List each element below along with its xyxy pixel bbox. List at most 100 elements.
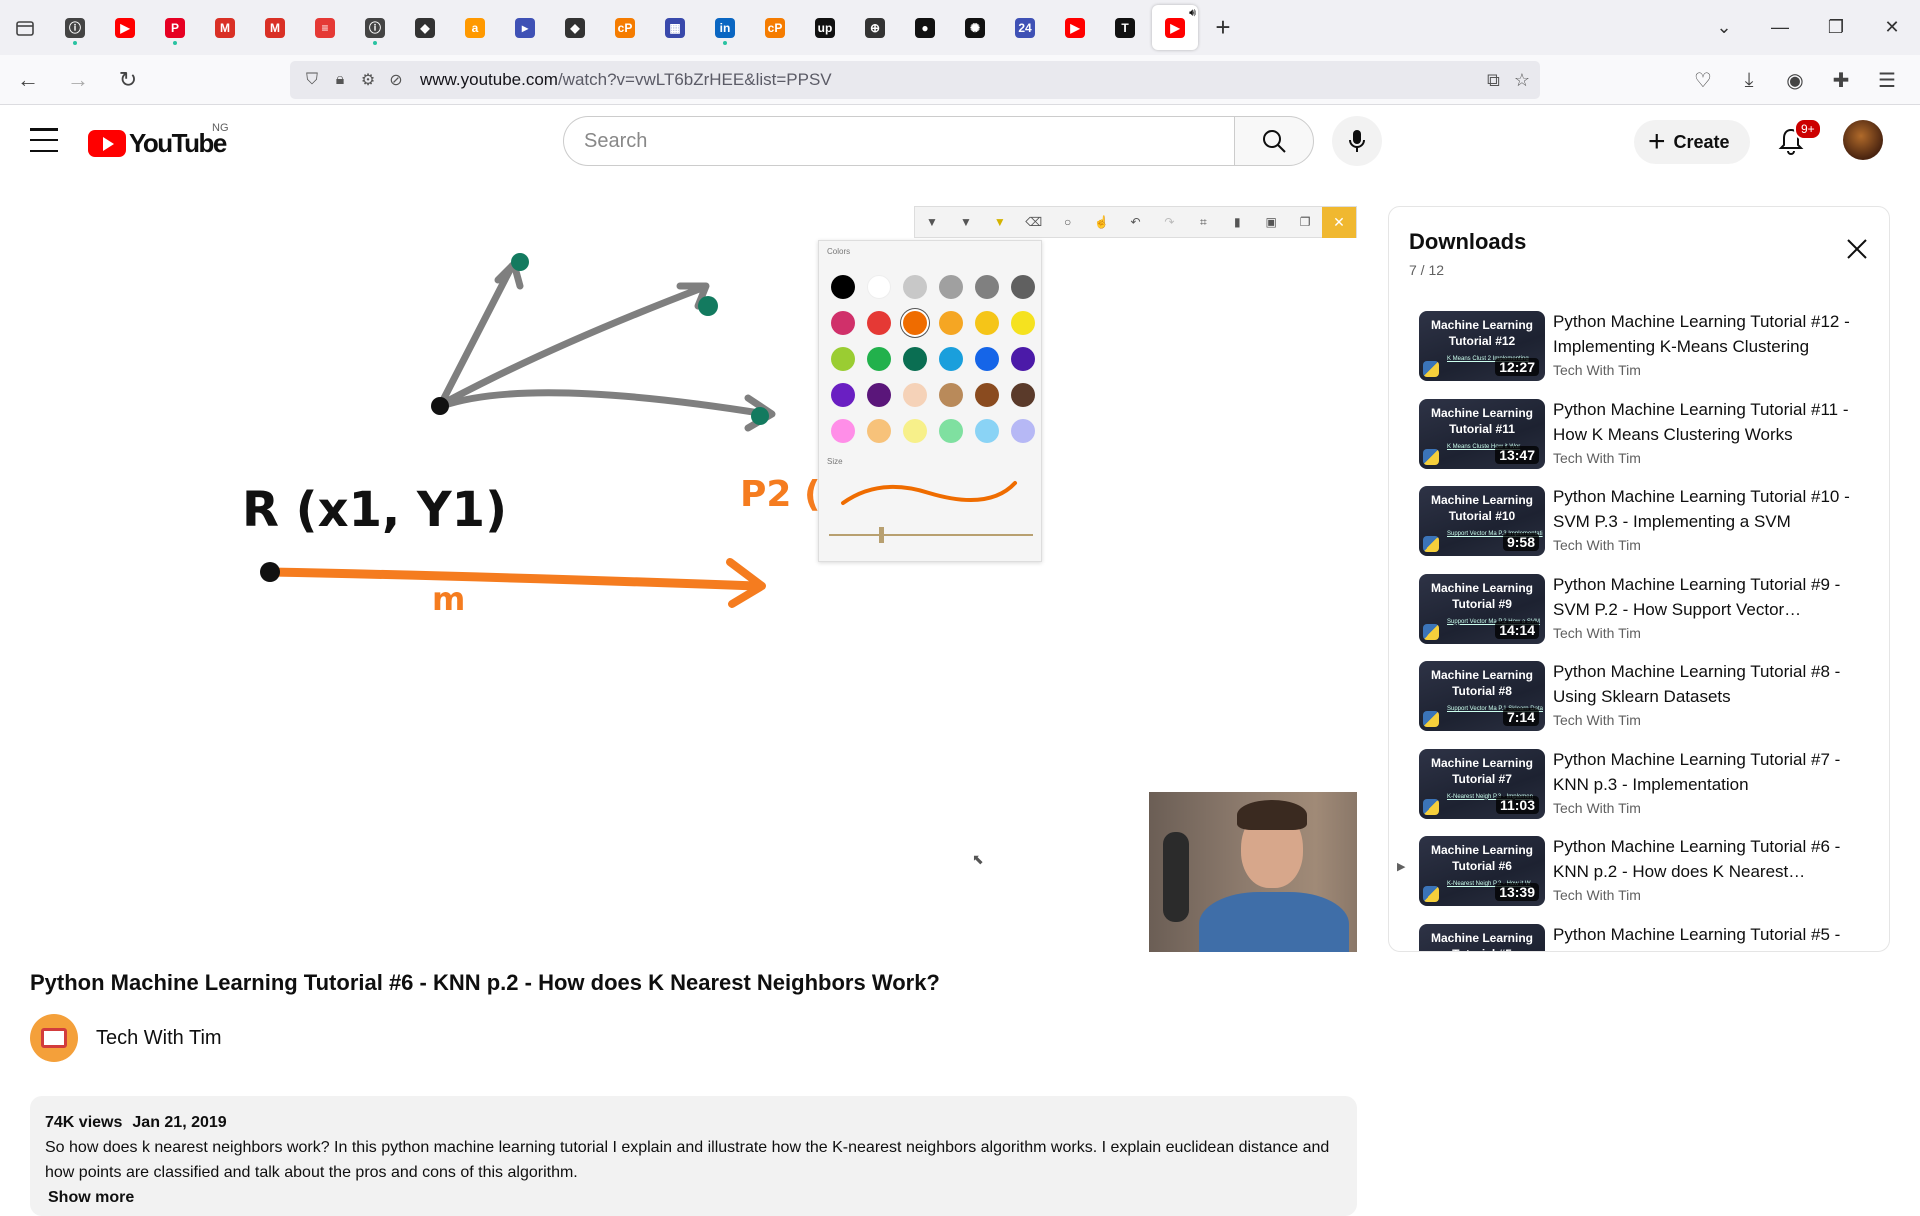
color-swatch[interactable] [867,347,891,371]
browser-tab[interactable]: ◆ [400,5,450,50]
color-swatch[interactable] [831,419,855,443]
playlist-item-channel[interactable]: Tech With Tim [1553,712,1873,728]
playlist-item-title[interactable]: Python Machine Learning Tutorial #8 - Us… [1553,659,1873,709]
downloads-icon[interactable]: ⤓ [1726,55,1772,105]
browser-tab[interactable]: ▦ [650,5,700,50]
color-swatch[interactable] [831,311,855,335]
browser-tab[interactable]: up [800,5,850,50]
account-avatar[interactable] [1843,120,1883,160]
color-swatch[interactable] [939,275,963,299]
browser-tab[interactable]: ⓘ [350,5,400,50]
browser-tab[interactable]: a [450,5,500,50]
speaker-icon[interactable]: 🔊︎ [1189,7,1196,20]
lock-icon[interactable]: 🔒︎ [326,61,354,99]
highlighter-tool-icon[interactable]: ▼ [983,207,1017,237]
color-swatch[interactable] [903,419,927,443]
browser-tab[interactable]: ▶ 🔊︎ [1152,5,1198,50]
menu-icon[interactable]: ☰ [1864,55,1910,105]
eraser-tool-icon[interactable]: ⌫ [1017,207,1051,237]
browser-tab[interactable]: in [700,5,750,50]
playlist-item[interactable]: Machine Learning Tutorial #7 K-Nearest Ne… [1389,743,1889,831]
playlist-item-channel[interactable]: Tech With Tim [1553,450,1873,466]
browser-tab[interactable]: ≡ [300,5,350,50]
browser-tab[interactable]: ✺ [950,5,1000,50]
show-more-button[interactable]: Show more [48,1189,1342,1207]
color-swatch[interactable] [975,347,999,371]
minimize-button[interactable]: — [1752,0,1808,55]
video-thumbnail[interactable]: Machine Learning Tutorial #10 Support Vec… [1419,486,1545,556]
permissions-icon[interactable]: ⚙︎ [354,61,382,99]
color-swatch[interactable] [939,419,963,443]
video-thumbnail[interactable]: Machine Learning Tutorial #12 K Means Clu… [1419,311,1545,381]
color-swatch[interactable] [903,275,927,299]
search-input[interactable] [563,116,1234,166]
browser-tab[interactable]: M [200,5,250,50]
color-swatch[interactable] [903,311,927,335]
playlist-item-channel[interactable]: Tech With Tim [1553,887,1873,903]
pocket-icon[interactable]: ♡ [1680,55,1726,105]
new-tab-button[interactable]: + [1198,5,1248,50]
color-swatch[interactable] [1011,347,1035,371]
color-swatch[interactable] [831,275,855,299]
browser-tab[interactable]: ▸ [500,5,550,50]
picture-in-picture-icon[interactable]: ⧉ [1487,70,1500,91]
delete-icon[interactable]: ▮ [1220,207,1254,237]
color-swatch[interactable] [975,383,999,407]
guide-menu-icon[interactable] [30,128,58,152]
tracking-shield-icon[interactable]: ⛉ [298,61,326,99]
bookmark-star-icon[interactable]: ☆ [1514,70,1530,91]
color-swatch[interactable] [1011,419,1035,443]
restore-button[interactable]: ❐ [1808,0,1864,55]
touch-tool-icon[interactable]: ☝ [1085,207,1119,237]
playlist-item-channel[interactable]: Tech With Tim [1553,362,1873,378]
browser-tab[interactable]: cP [600,5,650,50]
reload-button[interactable]: ↻ [106,60,150,100]
color-swatch[interactable] [867,275,891,299]
video-thumbnail[interactable]: Machine Learning Tutorial #6 K-Nearest Ne… [1419,836,1545,906]
description-box[interactable]: 74K views Jan 21, 2019 So how does k near… [30,1096,1357,1216]
create-button[interactable]: + Create [1634,120,1750,164]
copy-icon[interactable]: ❐ [1288,207,1322,237]
playlist-item[interactable]: Machine Learning Tutorial #11 K Means Clu… [1389,393,1889,481]
url-text[interactable]: www.youtube.com/watch?v=vwLT6bZrHEE&list… [420,70,832,90]
playlist-item[interactable]: Machine Learning Tutorial #10 Support Vec… [1389,480,1889,568]
close-window-button[interactable]: ✕ [1864,0,1920,55]
color-swatch[interactable] [831,383,855,407]
playlist-item[interactable]: ▶ Machine Learning Tutorial #6 K-Nearest N… [1389,830,1889,918]
pen-tool-icon[interactable]: ▼ [949,207,983,237]
video-thumbnail[interactable]: Machine Learning Tutorial #5K-Nearest Ne… [1419,923,1545,951]
video-thumbnail[interactable]: Machine Learning Tutorial #8 Support Vect… [1419,661,1545,731]
tab-overflow-chevron-icon[interactable]: ⌄ [1696,0,1752,55]
playlist-title[interactable]: Downloads [1409,229,1526,255]
tab-list-icon[interactable] [0,0,50,55]
playlist-item-channel[interactable]: Tech With Tim [1553,800,1873,816]
video-thumbnail[interactable]: Machine Learning Tutorial #7 K-Nearest Ne… [1419,748,1545,819]
redo-icon[interactable]: ↷ [1152,207,1186,237]
channel-name[interactable]: Tech With Tim [96,1027,222,1050]
save-icon[interactable]: ▣ [1254,207,1288,237]
color-swatch[interactable] [1011,275,1035,299]
youtube-logo[interactable]: YouTube NG [88,122,229,159]
browser-tab[interactable]: ● [900,5,950,50]
color-swatch[interactable] [1011,383,1035,407]
autoplay-blocked-icon[interactable]: ⊘ [382,61,410,99]
browser-tab[interactable]: ▶ [100,5,150,50]
notifications-button[interactable]: 9+ [1774,118,1822,158]
search-button[interactable] [1234,116,1314,166]
color-swatch[interactable] [1011,311,1035,335]
channel-avatar[interactable] [30,1014,78,1062]
color-swatch[interactable] [867,383,891,407]
forward-button[interactable]: → [56,60,100,100]
video-thumbnail[interactable]: Machine Learning Tutorial #9 Support Vect… [1419,573,1545,644]
playlist-item[interactable]: Machine Learning Tutorial #8 Support Vect… [1389,655,1889,743]
browser-tab[interactable]: 24 [1000,5,1050,50]
color-swatch[interactable] [903,383,927,407]
color-swatch[interactable] [867,419,891,443]
playlist-item-title[interactable]: Python Machine Learning Tutorial #9 - SV… [1553,572,1873,622]
color-swatch[interactable] [939,347,963,371]
color-swatch[interactable] [975,275,999,299]
playlist-item-channel[interactable]: Tech With Tim [1553,537,1873,553]
browser-tab[interactable]: T [1100,5,1150,50]
account-icon[interactable]: ◉ [1772,55,1818,105]
playlist-item-title[interactable]: Python Machine Learning Tutorial #12 - I… [1553,309,1873,359]
